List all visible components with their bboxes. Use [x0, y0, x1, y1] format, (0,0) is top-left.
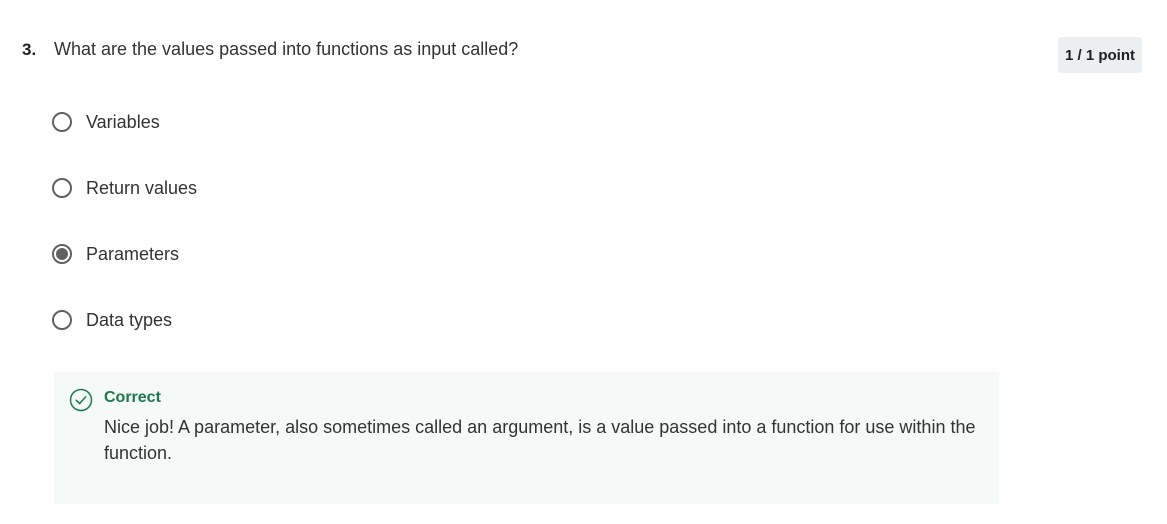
radio-button-selected[interactable]	[52, 244, 72, 264]
feedback-message: Nice job! A parameter, also sometimes ca…	[104, 417, 976, 463]
question-text: What are the values passed into function…	[54, 39, 519, 59]
question-number: 3.	[22, 40, 37, 59]
option-label: Data types	[86, 309, 173, 330]
radio-button[interactable]	[52, 310, 72, 330]
radio-button[interactable]	[52, 112, 72, 132]
points-badge: 1 / 1 point	[1058, 37, 1142, 73]
option-label: Return values	[86, 177, 198, 198]
feedback-status: Correct	[104, 389, 161, 406]
check-circle-icon	[69, 388, 93, 412]
option-variables[interactable]: Variables	[52, 109, 160, 135]
radio-button[interactable]	[52, 178, 72, 198]
option-label: Parameters	[86, 243, 180, 264]
option-data-types[interactable]: Data types	[52, 307, 172, 333]
feedback-panel: Correct Nice job! A parameter, also some…	[54, 372, 999, 504]
option-parameters[interactable]: Parameters	[52, 241, 179, 267]
option-return-values[interactable]: Return values	[52, 175, 197, 201]
option-label: Variables	[86, 111, 160, 132]
